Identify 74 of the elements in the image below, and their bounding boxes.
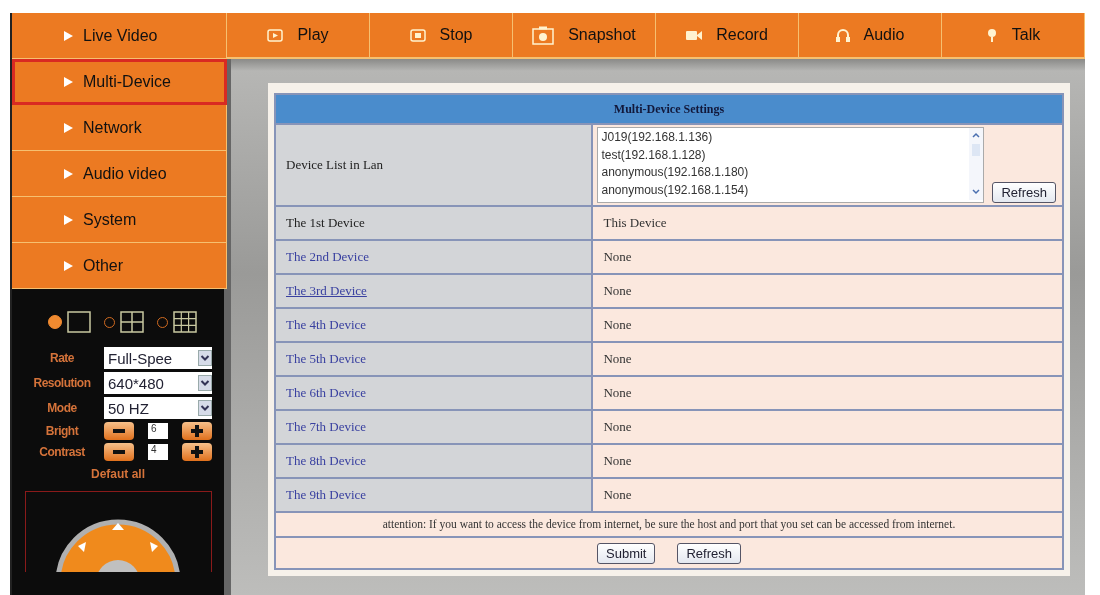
table-cell: None [592,478,1063,512]
microphone-icon [985,28,998,42]
plus-button[interactable] [182,443,212,461]
menu-item[interactable]: Multi-Device [12,59,227,105]
device-link[interactable]: The 8th Device [286,453,367,468]
triangle-icon [64,260,73,271]
minus-icon [113,450,125,454]
single-view-icon [66,311,91,333]
device-link[interactable]: The 5th Device [286,351,367,366]
setting-label: Resolution [32,376,92,390]
menu-item[interactable]: System [12,197,227,243]
submit-button[interactable]: Submit [597,542,656,564]
list-item[interactable]: anonymous(192.168.1.154) [601,181,967,199]
triangle-icon [64,30,73,41]
device-listbox[interactable]: J019(192.168.1.136) test(192.168.1.128) anonymous(192.168.1.180) anonymous(192.168.1.154) [597,127,985,203]
table-cell: This Device [592,206,1063,240]
menu-item[interactable]: Other [12,243,227,289]
video-camera-icon [686,28,703,42]
table-cell: None [592,410,1063,444]
caret-icon [198,375,212,391]
table-cell: Device List in Lan [275,124,593,206]
table-cell: None [592,342,1063,376]
camera-icon [532,25,555,45]
caret-icon [198,350,212,366]
plus-icon [191,425,203,437]
headphones-icon [835,28,850,42]
minus-icon [113,429,125,433]
list-item[interactable]: test(192.168.1.128) [601,146,967,164]
default-all-button[interactable]: Defaut all [91,467,145,481]
device-link[interactable]: The 4th Device [286,317,367,332]
caret-icon [198,400,212,416]
table-cell: None [592,444,1063,478]
setting-label: Contrast [38,445,86,459]
refresh-button[interactable]: Refresh [992,182,1056,203]
plus-icon [191,446,203,458]
table-cell: None [592,274,1063,308]
menu-item[interactable]: Audio video [12,151,227,197]
triangle-icon [64,214,73,225]
setting-label: Mode [46,401,78,415]
refresh-button[interactable]: Refresh [677,542,741,564]
menu-item[interactable]: Live Video [12,13,227,59]
triangle-icon [64,168,73,179]
table-cell: None [592,240,1063,274]
grid-view-icon [119,311,144,333]
table-cell: None [592,376,1063,410]
device-link[interactable]: The 2nd Device [286,249,370,264]
menu-item[interactable]: Network [12,105,227,151]
scrollbar [969,128,984,200]
dropdown[interactable]: 50 HZ [104,397,212,419]
value-field[interactable]: 6 [148,423,168,439]
table-header: Multi-Device Settings [275,94,1063,124]
stop-icon [409,28,426,42]
setting-label: Rate [49,351,75,365]
device-label: The 1st Device [286,215,365,230]
dropdown[interactable]: 640*480 [104,372,212,394]
device-link[interactable]: The 3rd Device [286,283,367,298]
attention-note: attention: If you want to access the device from internet, be sure the host and port that you set can be accessed from internet. [275,512,1063,537]
grid-view-icon [172,311,197,333]
table-cell: None [592,308,1063,342]
device-link[interactable]: The 6th Device [286,385,367,400]
plus-button[interactable] [182,422,212,440]
list-item[interactable]: J019(192.168.1.136) [601,129,967,147]
triangle-icon [64,122,73,133]
setting-label: Bright [44,424,80,438]
value-field[interactable]: 4 [148,444,168,460]
list-item[interactable]: anonymous(192.168.1.180) [601,164,967,182]
play-icon [267,28,284,42]
device-link[interactable]: The 9th Device [286,487,367,502]
minus-button[interactable] [104,422,134,440]
dropdown[interactable]: Full-Spee [104,347,212,369]
radio-button[interactable] [47,315,62,329]
device-link[interactable]: The 7th Device [286,419,367,434]
minus-button[interactable] [104,443,134,461]
triangle-icon [64,76,73,87]
